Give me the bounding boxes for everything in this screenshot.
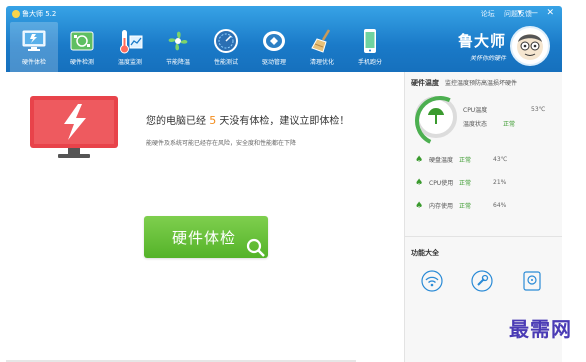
nav-temperature[interactable]: 温度监测: [106, 22, 154, 72]
temperature-gauge: [415, 96, 457, 138]
fan-icon: [168, 31, 188, 51]
temperature-header: 硬件温度 监控温度预防高温损坏硬件: [411, 79, 518, 87]
nav-label: 节能降温: [165, 59, 190, 66]
nav-hardware-checkup[interactable]: 硬件体检: [10, 22, 58, 72]
temp-status-value: 正常: [503, 120, 516, 128]
menu-button[interactable]: ▾: [517, 8, 522, 18]
brand-name: 鲁大师: [457, 32, 506, 50]
side-divider: [405, 236, 562, 237]
title-bar: 鲁大师 5.2 论坛 问题反馈 ▾ — ✕ 硬件体检 硬件检测 温度监测 节能降…: [6, 6, 562, 72]
wrench-icon: [471, 270, 493, 292]
metric-list: ♠ 硬盘温度 正常 43℃ ♠ CPU使用 正常 21% ♠ 内存使用 正常 6…: [415, 148, 507, 217]
chip-icon: [70, 31, 94, 51]
nav-hardware-detect[interactable]: 硬件检测: [58, 22, 106, 72]
nav-label: 温度监测: [117, 59, 142, 66]
monitor-alert-icon: [30, 96, 118, 158]
nav-performance-test[interactable]: 性能测试: [202, 22, 250, 72]
forum-link[interactable]: 论坛: [481, 10, 495, 18]
app-title: 鲁大师 5.2: [12, 9, 56, 19]
functions-title: 功能大全: [411, 249, 439, 257]
close-button[interactable]: ✕: [546, 8, 554, 18]
main-panel: 您的电脑已经 5 天没有体检，建议立即体检！ 能硬件及系统可能已经存在风险，安全…: [6, 72, 404, 362]
speedometer-icon: [214, 29, 238, 53]
nav-label: 性能测试: [213, 59, 238, 66]
days-count: 5: [209, 114, 217, 127]
cpu-temp-value: 53℃: [531, 105, 546, 113]
tree-icon: ♠: [415, 177, 424, 188]
phone-icon: [364, 29, 376, 53]
metric-cpu-usage: ♠ CPU使用 正常 21%: [415, 177, 507, 188]
repair-tool[interactable]: [469, 268, 495, 294]
hardware-checkup-button[interactable]: 硬件体检: [144, 216, 268, 258]
nav-label: 清理优化: [309, 59, 334, 66]
driver-icon: [263, 31, 285, 51]
app-logo-icon: [12, 10, 20, 18]
disk-tool[interactable]: [519, 268, 545, 294]
metric-disk-temp: ♠ 硬盘温度 正常 43℃: [415, 154, 508, 165]
nav-label: 手机跑分: [357, 59, 382, 66]
nav-label: 驱动管理: [261, 59, 286, 66]
thermometer-icon: [120, 30, 143, 54]
nav-driver-manager[interactable]: 驱动管理: [250, 22, 298, 72]
minimize-button[interactable]: —: [529, 8, 538, 18]
brand-slogan: 关怀你的硬件: [469, 55, 506, 62]
tree-icon: [428, 108, 444, 124]
nav-label: 硬件体检: [21, 59, 46, 66]
monitor-icon: [22, 30, 46, 51]
disk-icon: [523, 271, 541, 291]
watermark: 最需网: [509, 317, 572, 341]
cpu-temp-info: CPU温度 53℃ 温度状态 正常: [463, 102, 561, 130]
wifi-tool[interactable]: [419, 268, 445, 294]
mascot-face-icon: [517, 34, 543, 60]
function-icons: [419, 268, 569, 294]
tree-icon: ♠: [415, 154, 424, 165]
main-nav: 硬件体检 硬件检测 温度监测 节能降温 性能测试 驱动管理 清理优化 手机跑分: [10, 22, 394, 72]
nav-cleanup[interactable]: 清理优化: [298, 22, 346, 72]
metric-memory-usage: ♠ 内存使用 正常 64%: [415, 200, 507, 211]
wifi-icon: [421, 270, 443, 292]
nav-label: 硬件检测: [69, 59, 94, 66]
search-icon: [246, 238, 265, 257]
checkup-headline: 您的电脑已经 5 天没有体检，建议立即体检！: [146, 114, 350, 127]
nav-energy-cooling[interactable]: 节能降温: [154, 22, 202, 72]
avatar[interactable]: [510, 26, 550, 66]
brand: 鲁大师 关怀你的硬件: [458, 30, 506, 62]
nav-phone-benchmark[interactable]: 手机跑分: [346, 22, 394, 72]
broom-icon: [311, 29, 331, 53]
checkup-subline: 能硬件及系统可能已经存在风险，安全度和性能都在下降: [146, 140, 297, 147]
tree-icon: ♠: [415, 200, 424, 211]
top-links: 论坛 问题反馈: [474, 9, 532, 19]
